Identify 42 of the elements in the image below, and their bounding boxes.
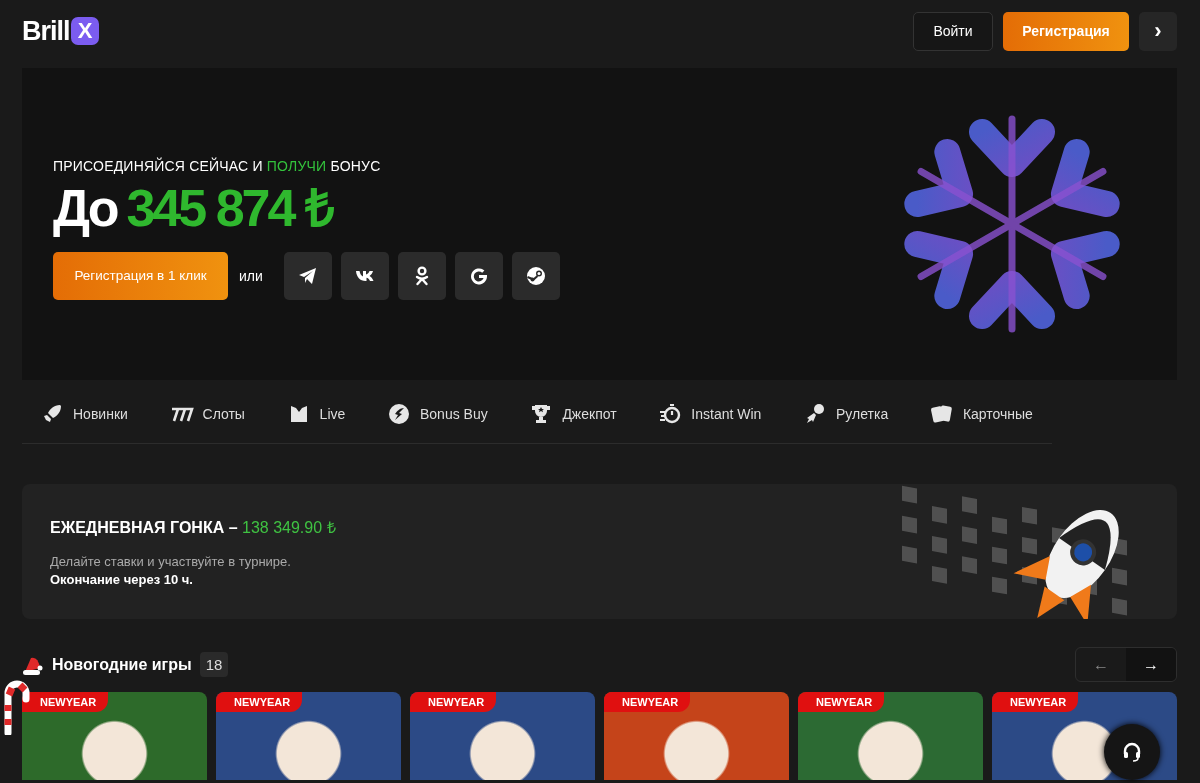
- newyear-tag: NEWYEAR: [410, 692, 497, 712]
- or-label: или: [239, 267, 263, 284]
- section-title: Новогодние игры: [52, 655, 192, 674]
- newyear-tag: NEWYEAR: [992, 692, 1079, 712]
- vk-login-button[interactable]: [340, 251, 389, 300]
- logo-text: Brill: [22, 15, 70, 47]
- game-thumbnail[interactable]: NEWYEAR: [216, 692, 401, 780]
- headset-icon[interactable]: [1121, 741, 1143, 763]
- previous-button[interactable]: ←: [1076, 648, 1126, 681]
- bolt-icon: [387, 402, 411, 426]
- category-link[interactable]: Джекпот: [529, 402, 617, 426]
- race-end-time: Окончание через 10 ч.: [50, 572, 194, 587]
- game-thumbnail[interactable]: NEWYEAR: [410, 692, 595, 780]
- logo-badge: X: [70, 17, 99, 45]
- game-thumbnail[interactable]: NEWYEAR: [798, 692, 983, 780]
- newyear-tag: NEWYEAR: [604, 692, 691, 712]
- bonus-amount: 345 874 ₺: [126, 180, 332, 238]
- next-button[interactable]: ›: [1139, 11, 1177, 51]
- newyear-tag: NEWYEAR: [216, 692, 303, 712]
- google-login-button[interactable]: [454, 251, 503, 300]
- game-thumbnail[interactable]: NEWYEAR: [22, 692, 207, 780]
- race-description: Делайте ставки и участвуйте в турнире.: [50, 554, 292, 569]
- steam-login-button[interactable]: [511, 251, 560, 300]
- promo-headline: ПРИСОЕДИНЯЙСЯ СЕЙЧАС И ПОЛУЧИ БОНУС: [53, 158, 382, 175]
- category-link[interactable]: Новинки: [40, 402, 128, 426]
- category-link[interactable]: Instant Win: [658, 402, 762, 426]
- newyear-tag: NEWYEAR: [22, 692, 109, 712]
- game-thumbnail[interactable]: NEWYEAR: [604, 692, 789, 780]
- stopwatch-icon: [658, 402, 683, 426]
- category-link[interactable]: Live: [286, 402, 346, 426]
- category-link[interactable]: Рулетка: [803, 402, 889, 426]
- category-link[interactable]: Bonus Buy: [387, 402, 488, 426]
- next-button[interactable]: →: [1126, 648, 1176, 681]
- newyear-tag: NEWYEAR: [798, 692, 885, 712]
- category-link[interactable]: Слоты: [169, 402, 245, 426]
- ok-login-button[interactable]: [397, 251, 446, 300]
- login-button[interactable]: Войти: [913, 11, 993, 51]
- category-link[interactable]: Карточные: [929, 402, 1033, 426]
- amount-prefix: До: [53, 180, 117, 238]
- telegram-login-button[interactable]: [283, 251, 332, 300]
- game-count: 18: [199, 652, 229, 677]
- race-title: ЕЖЕДНЕВНАЯ ГОНКА – 138 349.90 ₺: [50, 518, 336, 538]
